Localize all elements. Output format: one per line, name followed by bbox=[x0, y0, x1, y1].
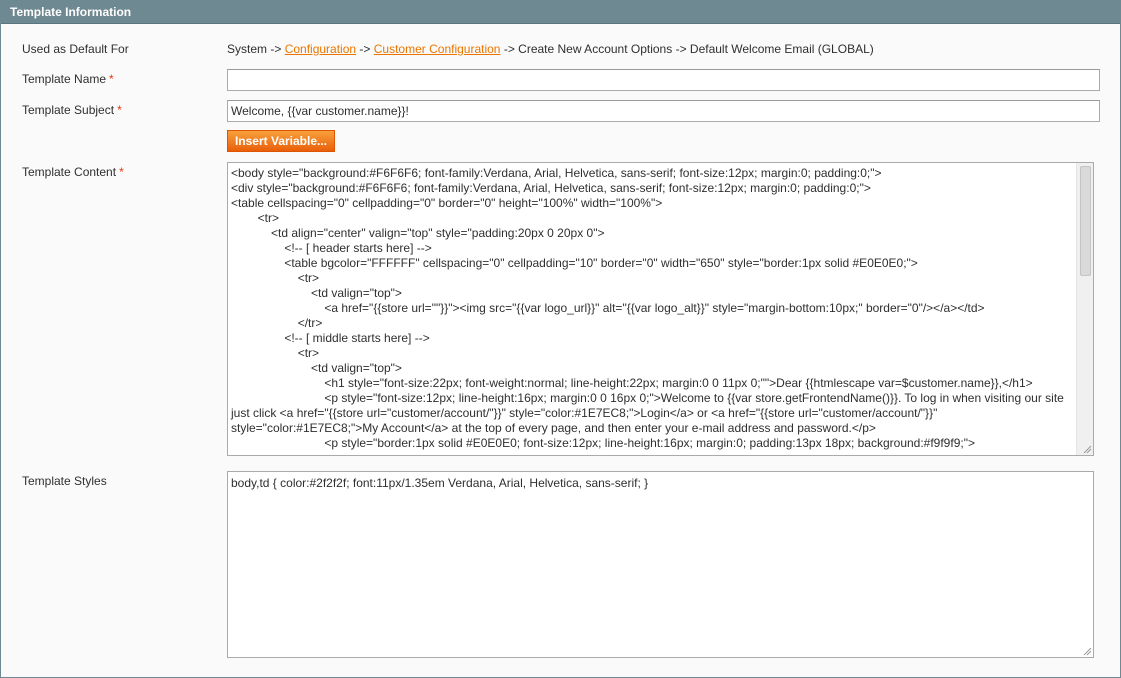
section-header: Template Information bbox=[1, 1, 1120, 24]
default-for-path: System -> Configuration -> Customer Conf… bbox=[227, 42, 874, 56]
content-scrollbar[interactable] bbox=[1076, 163, 1093, 455]
insert-variable-button[interactable]: Insert Variable... bbox=[227, 130, 335, 152]
template-information-panel: Template Information Used as Default For… bbox=[0, 0, 1121, 678]
template-content-text[interactable]: <body style="background:#F6F6F6; font-fa… bbox=[231, 166, 1069, 451]
template-styles-label: Template Styles bbox=[22, 474, 107, 488]
scrollbar-thumb[interactable] bbox=[1080, 166, 1091, 276]
template-name-label-text: Template Name bbox=[22, 72, 107, 86]
template-subject-label-text: Template Subject bbox=[22, 103, 115, 117]
required-marker: * bbox=[117, 103, 122, 117]
default-for-label: Used as Default For bbox=[22, 42, 129, 56]
template-styles-text[interactable]: body,td { color:#2f2f2f; font:11px/1.35e… bbox=[231, 476, 648, 490]
template-name-label: Template Name * bbox=[22, 72, 114, 86]
template-styles-textarea[interactable]: body,td { color:#2f2f2f; font:11px/1.35e… bbox=[227, 471, 1094, 658]
template-name-input[interactable] bbox=[227, 69, 1100, 91]
required-marker: * bbox=[109, 72, 114, 86]
resize-grip-icon[interactable] bbox=[1082, 646, 1092, 656]
resize-grip-icon[interactable] bbox=[1082, 444, 1092, 454]
required-marker: * bbox=[119, 165, 124, 179]
section-title: Template Information bbox=[10, 5, 132, 19]
configuration-link[interactable]: Configuration bbox=[285, 42, 356, 56]
template-content-label-text: Template Content bbox=[22, 165, 117, 179]
template-content-label: Template Content * bbox=[22, 165, 124, 179]
customer-configuration-link[interactable]: Customer Configuration bbox=[374, 42, 501, 56]
template-subject-label: Template Subject * bbox=[22, 103, 122, 117]
template-subject-input[interactable] bbox=[227, 100, 1100, 122]
path-prefix: System -> bbox=[227, 42, 285, 56]
path-suffix: -> Create New Account Options -> Default… bbox=[500, 42, 874, 56]
template-content-textarea[interactable]: <body style="background:#F6F6F6; font-fa… bbox=[227, 162, 1094, 456]
path-separator: -> bbox=[356, 42, 374, 56]
